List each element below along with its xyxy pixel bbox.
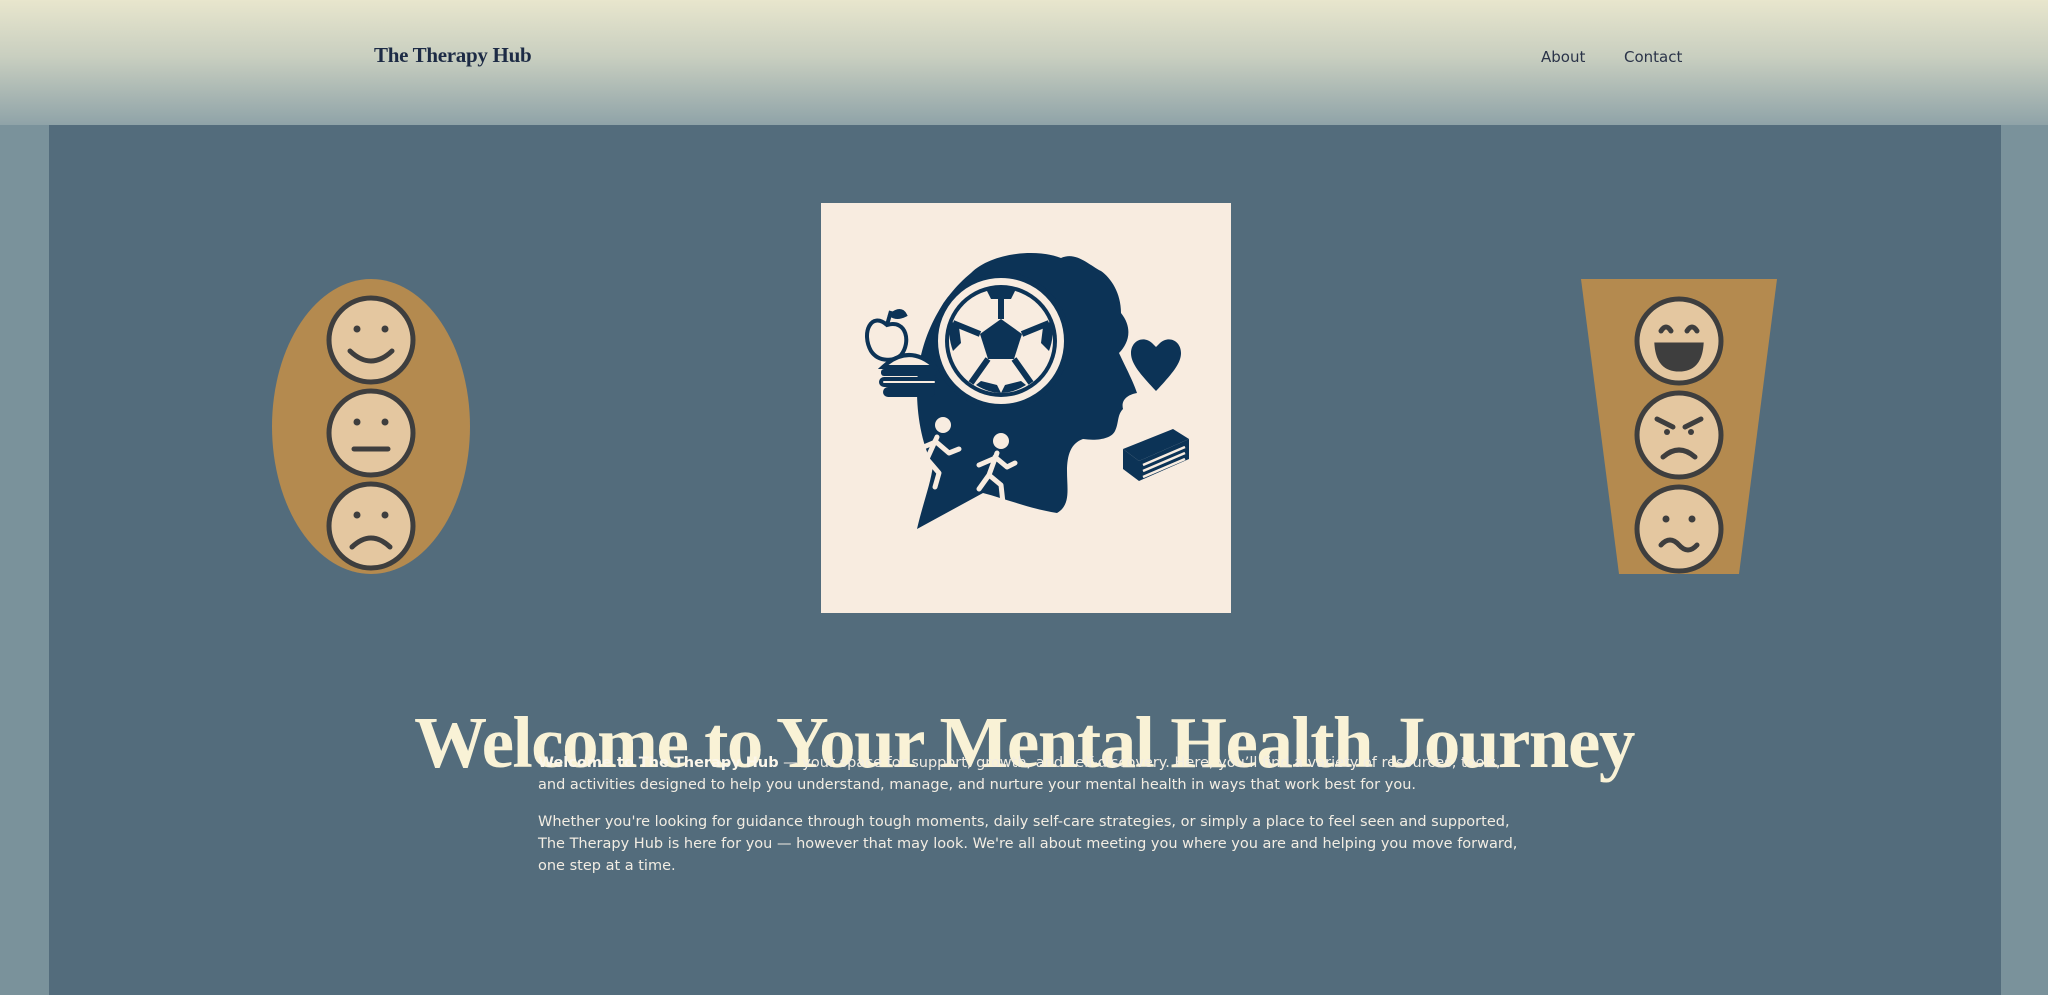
- intro-bold-text: Welcome to The Therapy Hub: [538, 754, 779, 771]
- neutral-face-icon: [326, 388, 416, 478]
- emotion-scale-right-image: [1581, 279, 1777, 574]
- nav-link-contact[interactable]: Contact: [1624, 48, 1682, 66]
- nav-link-about[interactable]: About: [1541, 48, 1585, 66]
- angry-face-icon: [1634, 390, 1724, 480]
- top-navigation-bar: The Therapy Hub About Contact: [0, 0, 2048, 125]
- intro-paragraph: Welcome to The Therapy Hub — your space …: [538, 752, 1528, 796]
- mental-health-illustration: [821, 203, 1231, 613]
- happy-face-icon: [326, 295, 416, 385]
- uneasy-face-icon: [1634, 484, 1724, 574]
- book-icon: [1123, 429, 1189, 481]
- sad-face-icon: [326, 481, 416, 571]
- site-logo[interactable]: The Therapy Hub: [374, 43, 532, 68]
- support-paragraph: Whether you're looking for guidance thro…: [538, 813, 1518, 874]
- heart-icon: [1131, 339, 1181, 391]
- emotion-scale-left-image: [272, 279, 470, 574]
- soccer-ball-icon: [932, 272, 1070, 410]
- laughing-face-icon: [1634, 296, 1724, 386]
